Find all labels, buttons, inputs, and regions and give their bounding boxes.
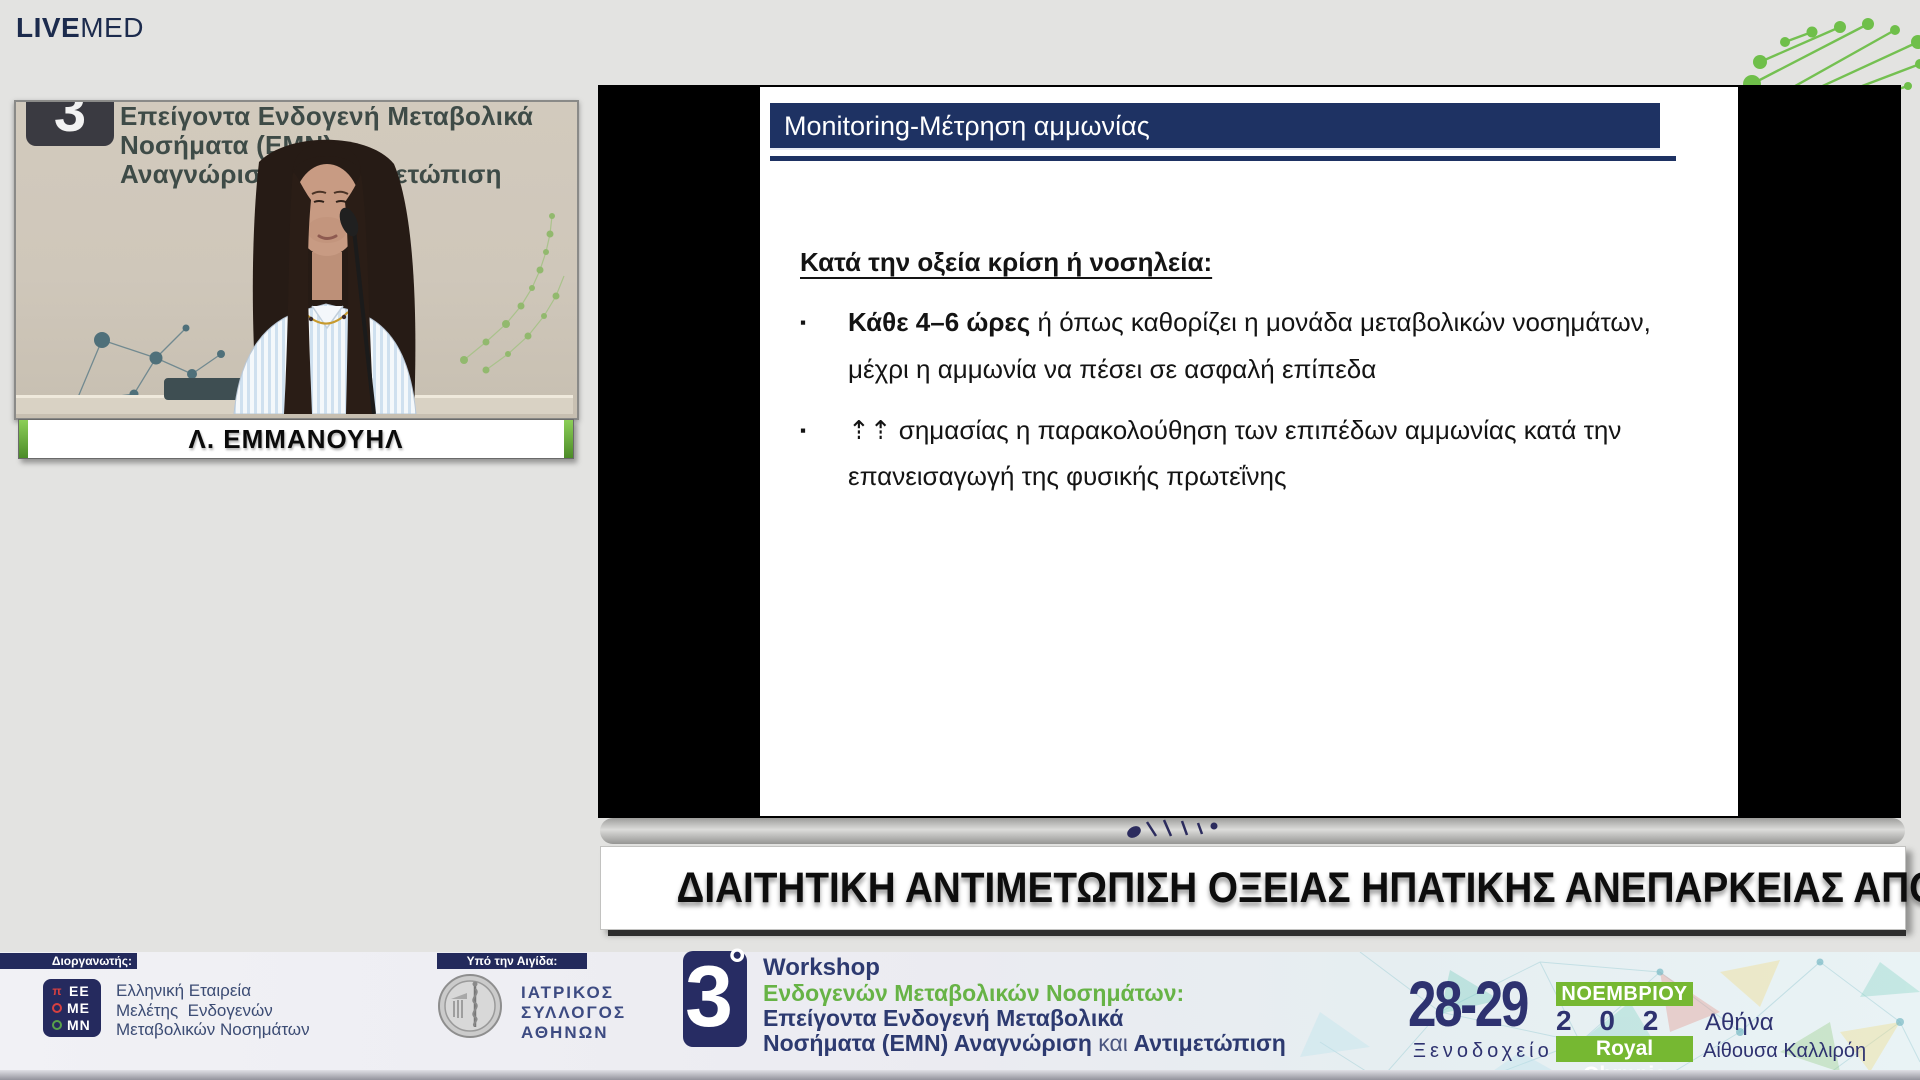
workshop-line1: Workshop (763, 954, 1286, 981)
slide-title-underline (770, 156, 1676, 161)
workshop-line3: Επείγοντα Ενδογενή Μεταβολικά (763, 1006, 1286, 1031)
organizer-name-line1: Ελληνική Εταιρεία (116, 981, 310, 1001)
venue-label: Ξενοδοχείο (1413, 1040, 1553, 1063)
speaker-name: Λ. ΕΜΜΑΝΟΥΗΛ (28, 424, 564, 455)
workshop-line4b: και (1098, 1030, 1128, 1056)
workshop-title-block: Workshop Ενδογενών Μεταβολικών Νοσημάτων… (763, 954, 1286, 1056)
eemymn-red-ring (52, 1003, 62, 1013)
slide-bullet-2: ▪ ⇡⇡ σημασίας η παρακολούθηση των επιπέδ… (800, 407, 1705, 501)
lecture-title: ΔΙΑΙΤΗΤΙΚΗ ΑΝΤΙΜΕΤΩΠΙΣΗ ΟΞΕΙΑΣ ΗΠΑΤΙΚΗΣ … (677, 864, 1920, 913)
slide-player: Monitoring-Μέτρηση αμμωνίας Κατά την οξε… (598, 85, 1901, 818)
decorative-notes-icon (1120, 818, 1230, 842)
divider-bar (600, 818, 1905, 844)
nameplate-green-bar-right (564, 420, 573, 458)
bullet-marker: ▪ (800, 416, 806, 447)
organizer-label: Διοργανωτής: (0, 953, 137, 969)
workshop-3-badge: 3 ° (683, 951, 747, 1047)
presentation-slide: Monitoring-Μέτρηση αμμωνίας Κατά την οξε… (760, 87, 1738, 816)
workshop-line2: Ενδογενών Μεταβολικών Νοσημάτων: (763, 981, 1286, 1006)
aegis-name-line2: ΣΥΛΛΟΓΟΣ (521, 1003, 626, 1023)
venue-hall: Αίθουσα Καλλιρόη (1703, 1040, 1866, 1063)
slide-bullet-2-text: ⇡⇡ σημασίας η παρακολούθηση των επιπέδων… (848, 415, 1621, 492)
lecture-title-banner: ΔΙΑΙΤΗΤΙΚΗ ΑΝΤΙΜΕΤΩΠΙΣΗ ΟΞΕΙΑΣ ΗΠΑΤΙΚΗΣ … (600, 846, 1906, 930)
aegis-name-line3: ΑΘΗΝΩΝ (521, 1023, 626, 1043)
speaker-video-feed: 3 Επείγοντα Ενδογενή Μεταβολικά Νοσήματα… (14, 100, 579, 420)
eemymn-logo: π ΕΕ ΜΕ ΜΝ (43, 979, 101, 1037)
footer-bottom-strip (0, 1070, 1920, 1080)
eemymn-letters-1: ΕΕ (69, 983, 90, 999)
eemymn-green-ring (52, 1020, 62, 1030)
livemed-logo-med: MED (80, 12, 144, 43)
organizer-name: Ελληνική Εταιρεία Μελέτης Ενδογενών Μετα… (116, 981, 310, 1040)
workshop-number: 3 (683, 949, 735, 1045)
bullet-marker: ▪ (800, 308, 806, 339)
workshop-degree: ° (728, 945, 746, 985)
aegis-name-line1: ΙΑΤΡΙΚΟΣ (521, 983, 626, 1003)
speaker-nameplate: Λ. ΕΜΜΑΝΟΥΗΛ (18, 419, 574, 459)
eemymn-pi-glyph: π (50, 985, 64, 997)
event-month-chip: ΝΟΕΜΒΡΙΟΥ (1556, 982, 1693, 1006)
athens-medical-association-logo (437, 973, 503, 1039)
eemymn-letters-3: ΜΝ (67, 1017, 91, 1033)
event-footer: Διοργανωτής: π ΕΕ ΜΕ ΜΝ Ελληνική Εταιρεία… (0, 952, 1920, 1080)
event-dates: 28-29 (1408, 974, 1527, 1034)
slide-bullet-1: ▪ Κάθε 4–6 ώρες ή όπως καθορίζει η μονάδ… (800, 299, 1705, 393)
livemed-logo: LIVEMED (16, 12, 144, 44)
speaker-video-content: 3 Επείγοντα Ενδογενή Μεταβολικά Νοσήματα… (16, 102, 577, 418)
slide-title: Monitoring-Μέτρηση αμμωνίας (784, 111, 1150, 141)
organizer-name-line2: Μελέτης Ενδογενών (116, 1001, 310, 1021)
livemed-logo-live: LIVE (16, 12, 80, 43)
workshop-line4: Νοσήματα (ΕΜΝ) Αναγνώριση και Αντιμετώπι… (763, 1031, 1286, 1056)
nameplate-green-bar-left (19, 420, 28, 458)
aegis-label: Υπό την Αιγίδα: (437, 953, 587, 969)
banner-bottom-shadow (608, 930, 1906, 936)
aegis-name: ΙΑΤΡΙΚΟΣ ΣΥΛΛΟΓΟΣ ΑΘΗΝΩΝ (521, 983, 626, 1043)
eemymn-letters-2: ΜΕ (67, 1000, 90, 1016)
workshop-line4a: Νοσήματα (ΕΜΝ) Αναγνώριση (763, 1030, 1098, 1056)
workshop-line4c: Αντιμετώπιση (1128, 1030, 1286, 1056)
venue-name-chip: Royal Olympic (1556, 1036, 1693, 1062)
slide-bullet-list: ▪ Κάθε 4–6 ώρες ή όπως καθορίζει η μονάδ… (800, 299, 1705, 514)
slide-title-bar: Monitoring-Μέτρηση αμμωνίας (770, 103, 1660, 150)
organizer-name-line3: Μεταβολικών Νοσημάτων (116, 1020, 310, 1040)
livemed-stream-page: LIVEMED 3 Επείγοντα Ενδογενή Μεταβολικά … (0, 0, 1920, 1080)
slide-heading: Κατά την οξεία κρίση ή νοσηλεία: (800, 247, 1212, 278)
event-city: Αθήνα (1705, 1009, 1774, 1037)
speaker-illustration (16, 102, 573, 414)
slide-bullet-1-bold: Κάθε 4–6 ώρες (848, 307, 1030, 337)
